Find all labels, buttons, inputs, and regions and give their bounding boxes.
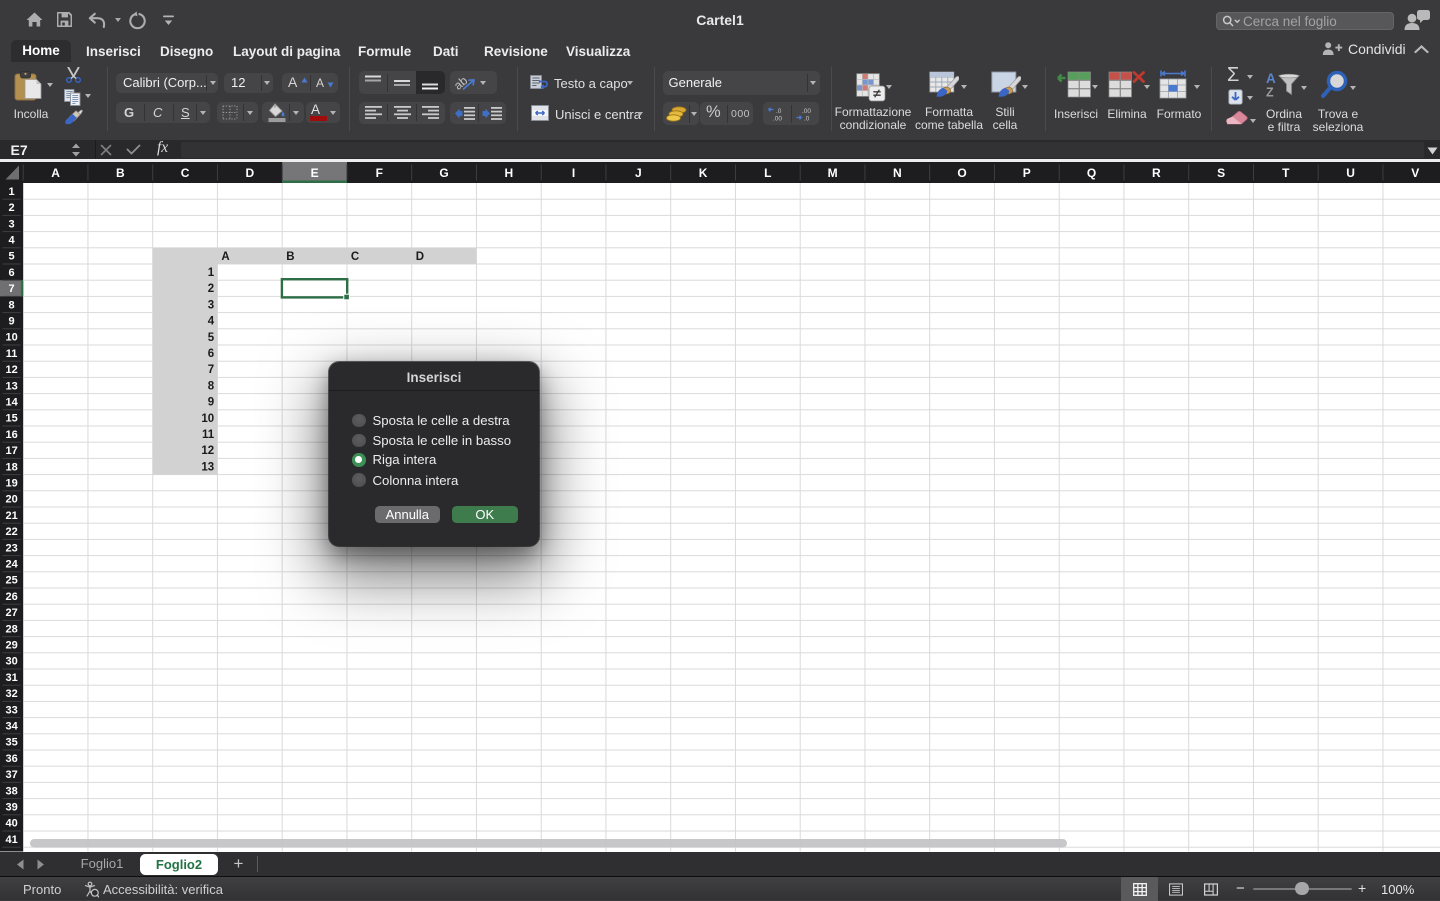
- svg-text:3: 3: [208, 299, 214, 311]
- svg-text:9: 9: [208, 397, 214, 409]
- svg-text:L: L: [764, 166, 771, 180]
- svg-text:22: 22: [5, 526, 17, 538]
- svg-text:39: 39: [5, 802, 17, 814]
- svg-text:V: V: [1411, 166, 1419, 180]
- svg-text:26: 26: [5, 591, 17, 603]
- svg-text:28: 28: [5, 623, 17, 635]
- svg-text:S: S: [1217, 166, 1225, 180]
- svg-text:18: 18: [5, 461, 17, 473]
- svg-text:9: 9: [9, 316, 15, 328]
- svg-text:34: 34: [5, 721, 18, 733]
- svg-text:2: 2: [208, 283, 214, 295]
- svg-text:H: H: [504, 166, 513, 180]
- svg-text:U: U: [1346, 166, 1355, 180]
- svg-text:A: A: [1266, 71, 1276, 86]
- svg-text:I: I: [572, 166, 575, 180]
- svg-text:K: K: [699, 166, 708, 180]
- svg-text:12: 12: [201, 445, 214, 457]
- svg-text:20: 20: [5, 494, 17, 506]
- svg-text:.00: .00: [802, 108, 811, 115]
- svg-text:25: 25: [5, 575, 17, 587]
- svg-text:4: 4: [208, 316, 215, 328]
- svg-text:5: 5: [208, 332, 215, 344]
- svg-text:T: T: [1282, 166, 1290, 180]
- svg-text:E: E: [311, 166, 319, 180]
- svg-text:C: C: [181, 166, 190, 180]
- svg-text:17: 17: [5, 445, 17, 457]
- svg-text:6: 6: [208, 348, 214, 360]
- svg-text:40: 40: [5, 818, 17, 830]
- svg-text:23: 23: [5, 542, 17, 554]
- svg-text:4: 4: [9, 235, 16, 247]
- svg-text:B: B: [116, 166, 125, 180]
- svg-text:13: 13: [201, 461, 214, 473]
- svg-text:O: O: [957, 166, 966, 180]
- svg-text:33: 33: [5, 704, 17, 716]
- svg-text:1: 1: [208, 267, 215, 279]
- svg-text:Q: Q: [1087, 166, 1096, 180]
- svg-text:14: 14: [5, 397, 18, 409]
- svg-text:11: 11: [6, 348, 18, 360]
- svg-text:M: M: [828, 166, 838, 180]
- svg-text:P: P: [1023, 166, 1031, 180]
- svg-text:31: 31: [5, 672, 17, 684]
- svg-text:G: G: [439, 166, 448, 180]
- svg-text:32: 32: [5, 688, 17, 700]
- svg-text:8: 8: [208, 380, 215, 392]
- svg-text:D: D: [245, 166, 254, 180]
- svg-text:15: 15: [5, 413, 17, 425]
- svg-text:3: 3: [9, 218, 15, 230]
- svg-text:21: 21: [5, 510, 17, 522]
- svg-text:11: 11: [202, 429, 215, 441]
- svg-text:1: 1: [9, 186, 15, 198]
- svg-text:12: 12: [5, 364, 17, 376]
- svg-text:19: 19: [5, 478, 17, 490]
- svg-text:38: 38: [5, 785, 17, 797]
- svg-text:6: 6: [9, 267, 15, 279]
- svg-text:36: 36: [5, 753, 17, 765]
- svg-text:B: B: [286, 251, 294, 263]
- svg-text:A: A: [51, 166, 60, 180]
- svg-text:F: F: [376, 166, 383, 180]
- svg-text:30: 30: [5, 656, 17, 668]
- svg-text:2: 2: [9, 202, 15, 214]
- svg-text:D: D: [416, 251, 424, 263]
- svg-text:16: 16: [5, 429, 17, 441]
- svg-text:37: 37: [5, 769, 17, 781]
- svg-text:5: 5: [9, 251, 15, 263]
- svg-text:8: 8: [9, 299, 15, 311]
- svg-text:35: 35: [5, 737, 17, 749]
- svg-text:24: 24: [5, 559, 18, 571]
- svg-text:J: J: [635, 166, 642, 180]
- svg-text:R: R: [1152, 166, 1161, 180]
- svg-text:N: N: [893, 166, 902, 180]
- svg-text:.00: .00: [773, 115, 782, 122]
- svg-text:13: 13: [5, 380, 17, 392]
- svg-text:27: 27: [5, 607, 17, 619]
- svg-text:Z: Z: [1266, 86, 1274, 100]
- svg-text:10: 10: [5, 332, 17, 344]
- svg-text:41: 41: [5, 834, 17, 846]
- svg-text:C: C: [351, 251, 359, 263]
- svg-text:7: 7: [9, 283, 15, 295]
- svg-text:29: 29: [5, 640, 17, 652]
- svg-text:.0: .0: [804, 115, 810, 122]
- svg-text:.0: .0: [776, 108, 782, 115]
- svg-text:7: 7: [208, 364, 214, 376]
- svg-text:10: 10: [201, 413, 214, 425]
- svg-text:A: A: [221, 251, 229, 263]
